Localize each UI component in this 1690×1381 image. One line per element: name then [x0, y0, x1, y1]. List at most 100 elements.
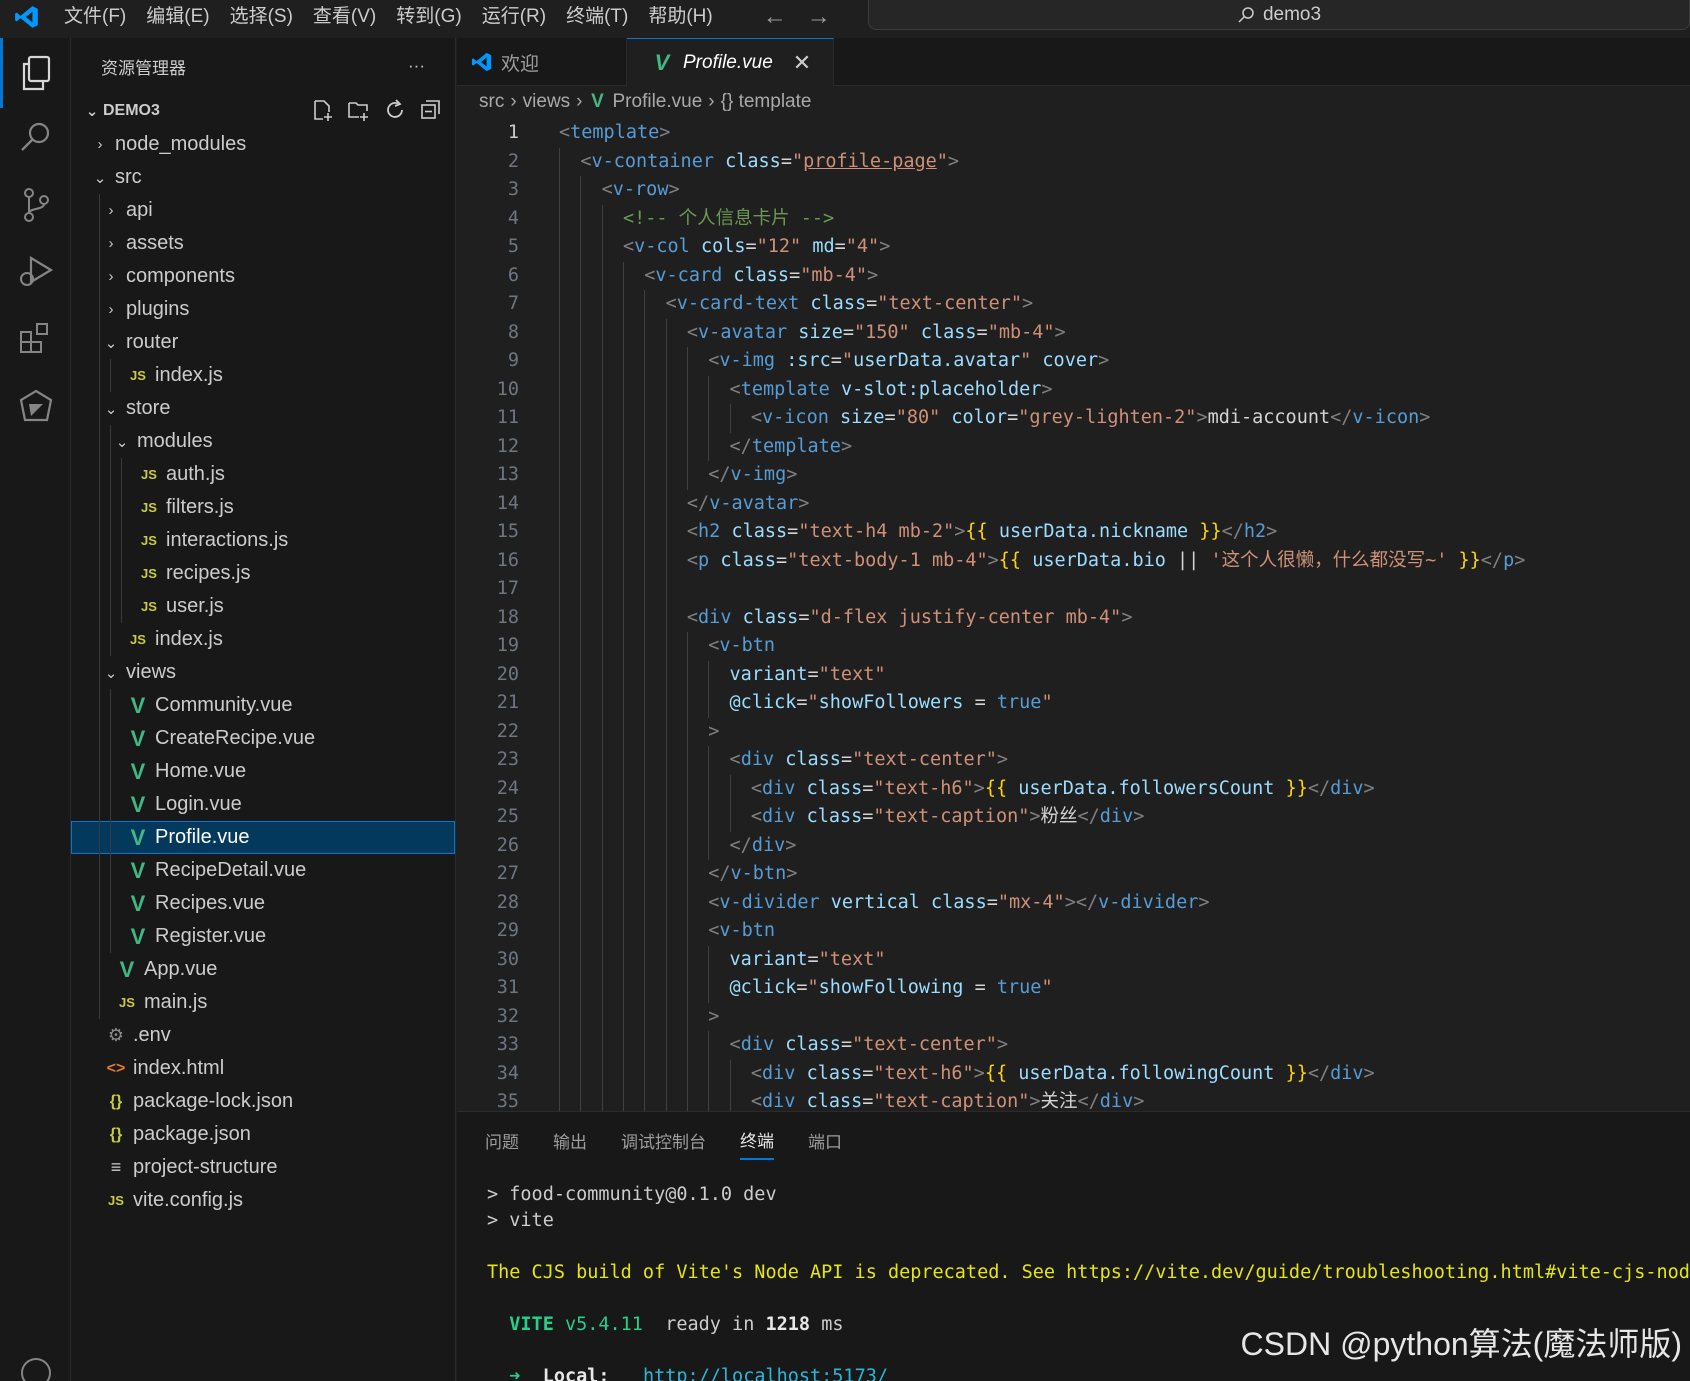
breadcrumb-item[interactable]: Profile.vue: [613, 91, 703, 113]
tree-folder[interactable]: › components: [71, 260, 455, 293]
tree-folder[interactable]: › plugins: [71, 293, 455, 326]
menu-run[interactable]: 运行(R): [472, 0, 556, 34]
tree-file[interactable]: ⚙ .env: [71, 1019, 455, 1052]
indent-guide: [580, 318, 582, 347]
code-line: 34 <div class="text-h6">{{ userData.follo…: [457, 1059, 1690, 1088]
tree-file[interactable]: JS index.js: [71, 359, 455, 392]
run-debug-icon[interactable]: [0, 236, 71, 306]
forward-arrow-icon[interactable]: →: [807, 3, 831, 31]
code-token: }}: [1458, 549, 1481, 571]
tree-file[interactable]: <> index.html: [71, 1052, 455, 1085]
extensions-icon[interactable]: [0, 304, 71, 374]
tree-item-label: Home.vue: [155, 760, 247, 782]
explorer-icon[interactable]: [0, 38, 71, 108]
command-center-search[interactable]: demo3: [868, 0, 1690, 30]
tree-file[interactable]: JS user.js: [71, 590, 455, 623]
indent-guide: [559, 632, 560, 661]
breadcrumb-item[interactable]: src: [479, 91, 504, 113]
source-control-icon[interactable]: [0, 170, 71, 240]
tree-file[interactable]: JS index.js: [71, 623, 455, 656]
more-actions-icon[interactable]: ···: [408, 56, 425, 76]
code-token: v-img: [719, 350, 776, 371]
line-number: 22: [496, 720, 519, 742]
indent-guide: [601, 546, 603, 575]
tree-file[interactable]: {} package-lock.json: [71, 1085, 455, 1118]
indent-guide: [644, 860, 646, 889]
tree-file[interactable]: V Home.vue: [71, 755, 455, 788]
tree-folder[interactable]: › node_modules: [71, 128, 455, 161]
tree-folder[interactable]: ⌄ modules: [71, 425, 455, 458]
tree-file[interactable]: V RecipeDetail.vue: [71, 854, 455, 887]
tree-file[interactable]: V CreateRecipe.vue: [71, 722, 455, 755]
tree-file[interactable]: JS main.js: [71, 986, 455, 1019]
tree-file[interactable]: JS interactions.js: [71, 524, 455, 557]
refresh-icon[interactable]: [383, 98, 407, 122]
js-file-icon: JS: [141, 533, 157, 548]
tree-file[interactable]: V Recipes.vue: [71, 887, 455, 920]
remote-explorer-icon[interactable]: [0, 372, 71, 442]
indent-guide: [601, 717, 603, 746]
indent-guide: [601, 860, 603, 889]
back-arrow-icon[interactable]: ←: [763, 3, 787, 31]
tree-file[interactable]: {} package.json: [71, 1118, 455, 1151]
tree-file[interactable]: V Login.vue: [71, 788, 455, 821]
new-file-icon[interactable]: [311, 98, 335, 122]
breadcrumb-item[interactable]: {} template: [721, 91, 812, 113]
menu-terminal[interactable]: 终端(T): [556, 0, 638, 34]
indent-guide: [686, 375, 688, 404]
code-token: =: [976, 321, 988, 343]
menu-selection[interactable]: 选择(S): [220, 0, 303, 34]
tree-folder[interactable]: › assets: [71, 227, 455, 260]
chevron-down-icon: ⌄: [104, 334, 118, 352]
local-url-link[interactable]: http://localhost:5173/: [643, 1366, 888, 1381]
menu-view[interactable]: 查看(V): [303, 0, 386, 34]
tree-folder[interactable]: ⌄ src: [71, 161, 455, 194]
code-token: >: [1041, 378, 1053, 400]
code-token: <: [729, 378, 741, 400]
breadcrumb-item[interactable]: views: [523, 91, 571, 113]
tab-welcome[interactable]: 欢迎: [457, 38, 627, 86]
tree-file[interactable]: V Community.vue: [71, 689, 455, 722]
menu-file[interactable]: 文件(F): [54, 0, 136, 34]
panel-tab-terminal[interactable]: 终端: [740, 1121, 774, 1160]
tree-file[interactable]: JS auth.js: [71, 458, 455, 491]
tree-folder[interactable]: ⌄ views: [71, 656, 455, 689]
search-icon[interactable]: [0, 102, 71, 172]
close-icon[interactable]: ✕: [793, 50, 811, 76]
indent-guide: [121, 590, 122, 623]
menu-help[interactable]: 帮助(H): [638, 0, 722, 34]
indent-guide: [99, 788, 100, 821]
tree-file[interactable]: V Profile.vue: [71, 821, 455, 854]
project-folder-header[interactable]: ⌄ DEMO3: [71, 94, 455, 128]
code-token: v-avatar: [709, 492, 799, 514]
accounts-icon[interactable]: [0, 1338, 71, 1381]
tree-file[interactable]: V App.vue: [71, 953, 455, 986]
code-editor[interactable]: 1 <template> 2 <v-container class="profile-…: [457, 119, 1690, 1111]
panel-tab-ports[interactable]: 端口: [808, 1122, 842, 1159]
indent-guide: [99, 887, 100, 920]
tree-file[interactable]: JS filters.js: [71, 491, 455, 524]
indent-guide: [580, 347, 582, 376]
tab-profile-vue[interactable]: V Profile.vue ✕: [627, 38, 835, 86]
code-token: div: [762, 777, 796, 799]
tree-file[interactable]: V Register.vue: [71, 920, 455, 953]
indent-guide: [580, 176, 582, 205]
panel-tab-output[interactable]: 输出: [553, 1122, 587, 1159]
tree-folder[interactable]: ⌄ router: [71, 326, 455, 359]
new-folder-icon[interactable]: [347, 98, 371, 122]
tree-folder[interactable]: › api: [71, 194, 455, 227]
indent-guide: [580, 546, 582, 575]
panel-tab-problems[interactable]: 问题: [485, 1122, 519, 1159]
line-number: 7: [507, 293, 519, 314]
tree-file[interactable]: JS recipes.js: [71, 557, 455, 590]
collapse-all-icon[interactable]: [419, 98, 443, 122]
menu-edit[interactable]: 编辑(E): [136, 0, 219, 34]
tree-folder[interactable]: ⌄ store: [71, 392, 455, 425]
panel-tab-debug-console[interactable]: 调试控制台: [621, 1122, 706, 1159]
chevron-down-icon: ⌄: [104, 664, 118, 682]
menu-go[interactable]: 转到(G): [386, 0, 471, 34]
tree-file[interactable]: ≡ project-structure: [71, 1151, 455, 1184]
code-token: >: [1133, 806, 1145, 827]
tree-file[interactable]: JS vite.config.js: [71, 1184, 455, 1217]
